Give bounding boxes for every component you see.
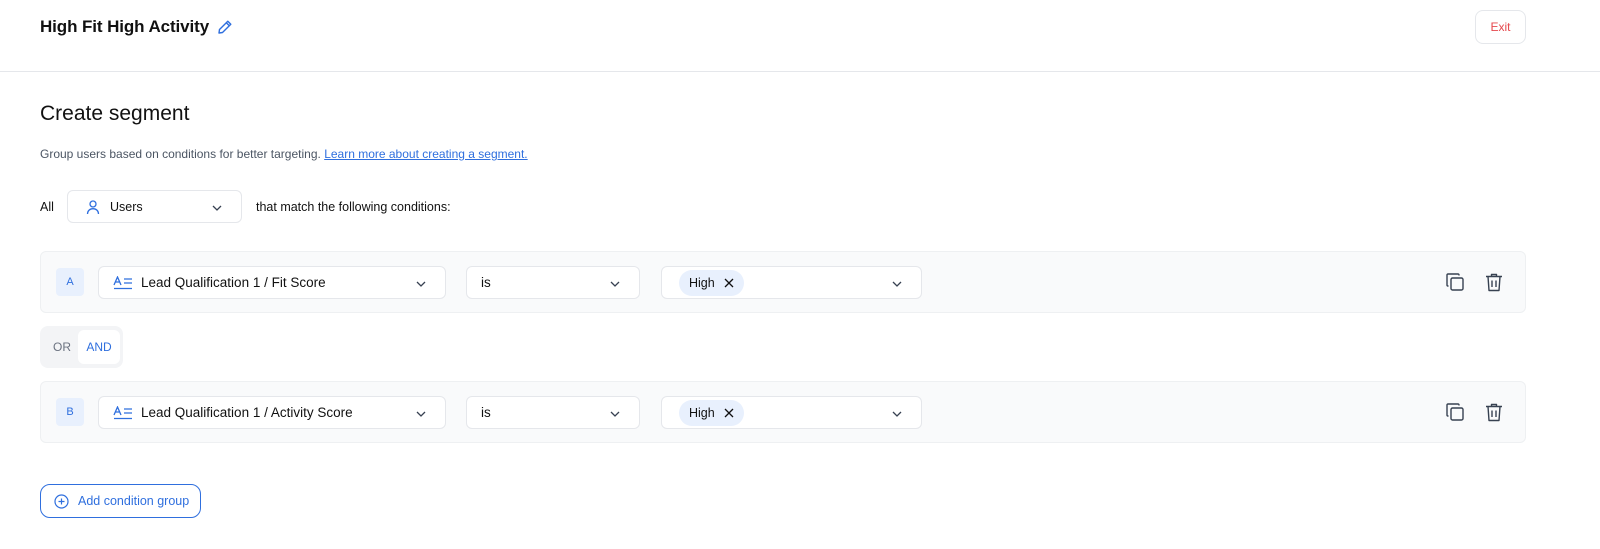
logic-and-option[interactable]: AND [78,330,120,364]
copy-icon[interactable] [1444,271,1466,293]
entity-select[interactable]: Users [67,190,242,223]
condition-letter: A [56,268,84,296]
text-attribute-icon [113,405,132,419]
operator-select[interactable]: is [466,266,640,299]
pencil-icon[interactable] [217,19,233,35]
user-icon [86,199,100,214]
field-select[interactable]: Lead Qualification 1 / Fit Score [98,266,446,299]
plus-circle-icon [54,493,69,509]
field-select[interactable]: Lead Qualification 1 / Activity Score [98,396,446,429]
operator-select-value: is [481,275,491,290]
chevron-down-icon [416,281,426,287]
condition-row-b: B Lead Qualification 1 / Activity Score … [40,381,1526,443]
exit-button[interactable]: Exit [1475,10,1526,44]
operator-select[interactable]: is [466,396,640,429]
chevron-down-icon [212,205,222,211]
chevron-down-icon [416,411,426,417]
chevron-down-icon [610,281,620,287]
condition-letter: B [56,398,84,426]
add-condition-group-label: Add condition group [78,494,190,508]
value-select[interactable]: High [661,396,922,429]
value-tag-label: High [689,406,715,420]
operator-select-value: is [481,405,491,420]
add-condition-group-button[interactable]: Add condition group [40,484,201,518]
close-icon[interactable] [724,408,734,418]
value-tag: High [679,270,744,296]
learn-more-link[interactable]: Learn more about creating a segment. [324,147,527,161]
match-prefix: All [40,200,54,214]
page-title: Create segment [40,102,190,125]
chevron-down-icon [892,411,902,417]
field-select-value: Lead Qualification 1 / Activity Score [141,405,353,420]
trash-icon[interactable] [1483,271,1505,293]
segment-name: High Fit High Activity [40,17,210,36]
value-tag: High [679,400,744,426]
logic-toggle: OR AND [40,326,123,368]
value-select[interactable]: High [661,266,922,299]
description-text: Group users based on conditions for bett… [40,147,321,161]
match-suffix: that match the following conditions: [256,200,451,214]
close-icon[interactable] [724,278,734,288]
copy-icon[interactable] [1444,401,1466,423]
chevron-down-icon [892,281,902,287]
text-attribute-icon [113,275,132,289]
chevron-down-icon [610,411,620,417]
logic-or-option[interactable]: OR [46,332,78,362]
condition-row-a: A Lead Qualification 1 / Fit Score is Hi… [40,251,1526,313]
value-tag-label: High [689,276,715,290]
trash-icon[interactable] [1483,401,1505,423]
top-bar: High Fit High Activity Exit [0,0,1600,72]
field-select-value: Lead Qualification 1 / Fit Score [141,275,326,290]
entity-select-value: Users [110,199,143,214]
page-description: Group users based on conditions for bett… [40,147,528,161]
